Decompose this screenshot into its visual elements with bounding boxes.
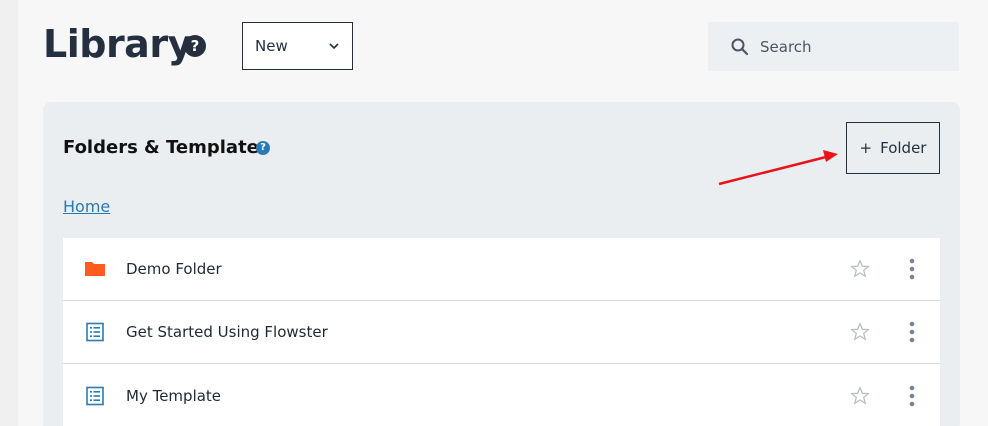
more-options-icon[interactable]	[907, 321, 917, 343]
breadcrumb-home-link[interactable]: Home	[63, 197, 110, 216]
left-strip	[0, 0, 18, 426]
more-options-icon[interactable]	[907, 258, 917, 280]
list-item[interactable]: Get Started Using Flowster	[63, 301, 940, 364]
star-icon[interactable]	[850, 322, 870, 342]
list-item-label: My Template	[126, 386, 222, 405]
chevron-down-icon	[329, 43, 339, 50]
star-icon[interactable]	[850, 259, 870, 279]
search-input[interactable]	[760, 37, 950, 56]
list-item-label: Demo Folder	[126, 260, 222, 278]
search-icon	[731, 38, 749, 55]
list-item[interactable]: My Template	[63, 364, 940, 426]
add-folder-button[interactable]: + Folder	[846, 122, 940, 174]
template-icon	[86, 386, 104, 405]
library-list: Demo Folder Get Started Using Flowster M…	[63, 238, 940, 426]
template-icon	[86, 322, 104, 342]
question-circle-icon[interactable]: ?	[256, 141, 270, 155]
more-options-icon[interactable]	[907, 385, 917, 407]
list-item-label: Get Started Using Flowster	[126, 323, 328, 341]
page-title: Library	[43, 22, 192, 66]
folders-templates-panel: Folders & Templates ? + Folder Home Demo…	[43, 102, 960, 426]
new-dropdown[interactable]: New	[242, 22, 353, 70]
add-folder-label: Folder	[880, 139, 927, 157]
question-circle-icon[interactable]: ?	[184, 35, 206, 57]
folder-icon	[85, 262, 105, 276]
new-dropdown-label: New	[255, 37, 288, 55]
search-box[interactable]	[708, 22, 959, 71]
star-icon[interactable]	[850, 385, 870, 406]
plus-icon: +	[859, 139, 873, 157]
panel-title: Folders & Templates	[63, 137, 270, 158]
list-item[interactable]: Demo Folder	[63, 238, 940, 301]
